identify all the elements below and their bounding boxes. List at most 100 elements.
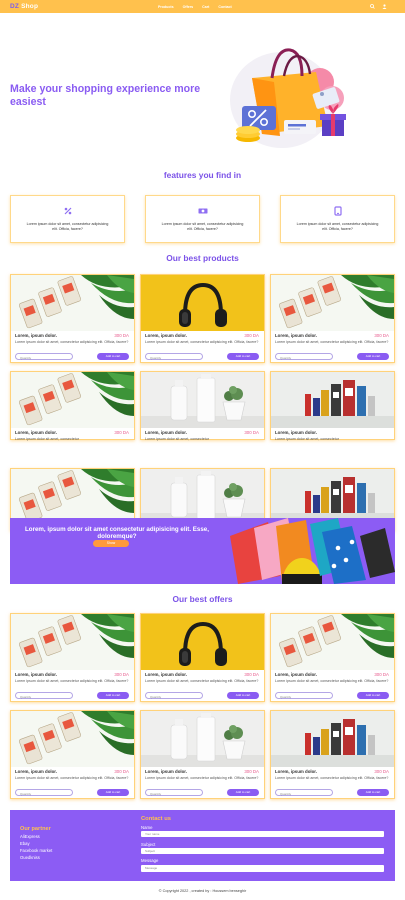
promo-banner: Lorem, ipsum dolor sit amet consectetur … — [10, 518, 395, 584]
banner-button[interactable]: Show — [93, 540, 129, 547]
plant-product-image — [11, 372, 134, 428]
product-price: 300 DA — [114, 769, 129, 774]
product-image — [141, 469, 264, 525]
shopping-bag-illustration — [230, 48, 346, 148]
partner-title: Our partner — [20, 826, 51, 832]
product-description: Lorem ipsum dolor sit amet, consectetur — [15, 437, 79, 441]
product-card: Lorem, ipsum dolor. Lorem ipsum dolor sit… — [270, 371, 395, 441]
product-name: Lorem, ipsum dolor. — [145, 333, 187, 338]
subject-input[interactable]: Subject — [141, 848, 384, 854]
feature-card: Lorem ipsum dolor sit amet, consectetur … — [145, 195, 260, 243]
feature-card: Lorem ipsum dolor sit amet, consectetur … — [10, 195, 125, 243]
add-to-cart-button[interactable]: Add to cart — [227, 353, 259, 360]
headphones-image — [141, 614, 264, 670]
product-description: Lorem ipsum dolor sit amet, consectetur … — [275, 776, 389, 780]
nav-link-products[interactable]: Products — [158, 5, 174, 9]
quantity-input[interactable]: Quantity — [145, 692, 203, 699]
nav-link-cart[interactable]: Cart — [202, 5, 209, 9]
offers-title: Our best offers — [172, 594, 233, 604]
name-input[interactable]: Your name — [141, 831, 384, 837]
contact-title: Contact us — [141, 816, 171, 822]
nav-menu: Products Offers Cart Contact — [158, 0, 232, 13]
product-card: Lorem, ipsum dolor. 300 DA Lorem ipsum dol… — [10, 710, 135, 799]
partner-link[interactable]: Facebook market — [20, 848, 52, 853]
plant-product-image — [11, 469, 134, 525]
product-image — [271, 275, 394, 331]
plant-product-image — [271, 275, 394, 331]
bottles-image — [141, 372, 264, 428]
partner-link[interactable]: AliExpress — [20, 834, 40, 839]
product-image — [11, 614, 134, 670]
add-to-cart-button[interactable]: Add to cart — [227, 789, 259, 796]
search-icon[interactable] — [370, 4, 375, 9]
quantity-input[interactable]: Quantity — [15, 692, 73, 699]
nav-icons — [370, 0, 387, 13]
nav-link-offers[interactable]: Offers — [183, 5, 194, 9]
product-card: Lorem, ipsum dolor. 300 DA Lorem ipsum dol… — [270, 613, 395, 702]
quantity-input[interactable]: Quantity — [145, 353, 203, 360]
page: DZ Shop Products Offers Cart Contact Mak… — [0, 0, 405, 900]
plant-product-image — [271, 614, 394, 670]
product-price: 300 DA — [244, 769, 259, 774]
quantity-input[interactable]: Quantity — [275, 692, 333, 699]
message-input[interactable]: Message — [141, 865, 384, 872]
percent-icon — [64, 207, 71, 215]
product-price: 300 DA — [114, 333, 129, 338]
shopping-bags-photo — [230, 518, 395, 584]
add-to-cart-button[interactable]: Add to cart — [97, 692, 129, 699]
product-card: Lorem, ipsum dolor. 300 DA Lorem ipsum dol… — [140, 274, 265, 363]
quantity-input[interactable]: Quantity — [145, 789, 203, 796]
logo[interactable]: DZ Shop — [10, 3, 38, 10]
plant-product-image — [11, 711, 134, 767]
footer: Our partner AliExpress Ebay Facebook mar… — [10, 810, 395, 881]
product-price: 300 DA — [244, 672, 259, 677]
product-image — [11, 469, 134, 525]
partner-link[interactable]: Ouedkniss — [20, 855, 40, 860]
product-image — [11, 275, 134, 331]
feature-card: Lorem ipsum dolor sit amet, consectetur … — [280, 195, 395, 243]
quantity-input[interactable]: Quantity — [15, 353, 73, 360]
message-label: Message — [141, 858, 159, 863]
product-name: Lorem, ipsum dolor. — [15, 672, 57, 677]
quantity-input[interactable]: Quantity — [275, 353, 333, 360]
product-price: 300 DA — [374, 769, 389, 774]
product-name: Lorem, ipsum dolor. — [15, 333, 57, 338]
add-to-cart-button[interactable]: Add to cart — [357, 692, 389, 699]
product-description: Lorem ipsum dolor sit amet, consectetur … — [15, 340, 129, 344]
feature-text: Lorem ipsum dolor sit amet, consectetur … — [161, 222, 244, 231]
features-title: features you find in — [163, 170, 242, 180]
products-bottles-image — [271, 469, 394, 525]
feature-text: Lorem ipsum dolor sit amet, consectetur … — [26, 222, 109, 231]
product-description: Lorem ipsum dolor sit amet, consectetur … — [145, 340, 259, 344]
product-name: Lorem, ipsum dolor. — [275, 430, 317, 435]
logo-prefix: DZ — [10, 3, 20, 10]
add-to-cart-button[interactable]: Add to cart — [357, 353, 389, 360]
product-name: Lorem, ipsum dolor. — [145, 430, 187, 435]
partner-link[interactable]: Ebay — [20, 841, 30, 846]
product-card: Lorem, ipsum dolor. 300 DA Lorem ipsum dol… — [10, 613, 135, 702]
product-image — [141, 275, 264, 331]
add-to-cart-button[interactable]: Add to cart — [97, 353, 129, 360]
product-description: Lorem ipsum dolor sit amet, consectetur … — [145, 679, 259, 683]
product-image — [141, 372, 264, 428]
quantity-input[interactable]: Quantity — [275, 789, 333, 796]
device-icon — [333, 206, 342, 216]
product-name: Lorem, ipsum dolor. — [15, 769, 57, 774]
product-image — [11, 711, 134, 767]
add-to-cart-button[interactable]: Add to cart — [97, 789, 129, 796]
product-price: 300 DA — [374, 333, 389, 338]
subject-label: Subject — [141, 842, 156, 847]
nav-link-contact[interactable]: Contact — [218, 5, 231, 9]
headphones-image — [141, 275, 264, 331]
product-name: Lorem, ipsum dolor. — [15, 430, 57, 435]
quantity-input[interactable]: Quantity — [15, 789, 73, 796]
cash-icon — [198, 208, 207, 214]
add-to-cart-button[interactable]: Add to cart — [227, 692, 259, 699]
banner-text: Lorem, ipsum dolor sit amet consectetur … — [25, 526, 209, 541]
product-card: Lorem, ipsum dolor. 300 DA Lorem ipsum dol… — [270, 710, 395, 799]
product-price: 300 DA — [114, 672, 129, 677]
plant-product-image — [11, 614, 134, 670]
add-to-cart-button[interactable]: Add to cart — [357, 789, 389, 796]
user-icon[interactable] — [382, 4, 387, 9]
product-image — [141, 711, 264, 767]
